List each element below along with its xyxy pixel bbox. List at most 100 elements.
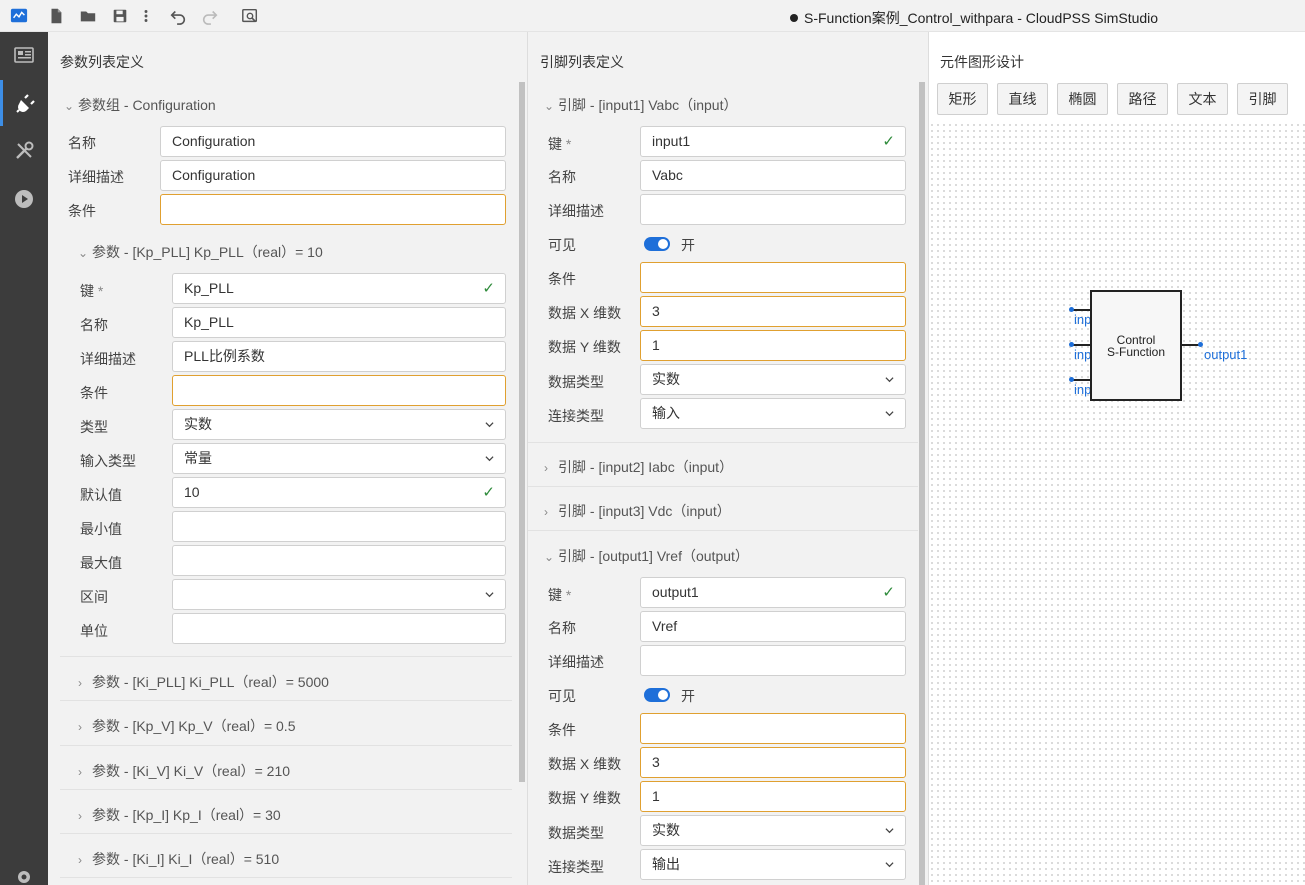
field-label: 连接类型 [548,408,604,424]
pin-header-input1[interactable]: ⌄ 引脚 - [input1] Vabc（input） [544,95,737,115]
chevron-down-icon [885,411,894,417]
group-name-input[interactable]: Configuration [160,126,506,157]
pin1-condition-input[interactable] [640,262,906,293]
pin-tool-button[interactable]: 引脚 [1237,83,1288,115]
check-icon: ✓ [482,484,495,501]
param-header-kp-v[interactable]: › 参数 - [Kp_V] Kp_V（real）= 0.5 [78,716,295,736]
field-label: 数据 Y 维数 [548,790,621,806]
pin1-description-input[interactable] [640,194,906,225]
s-function-block[interactable]: Control S-Function [1090,290,1182,401]
pin-header-label: 引脚 - [input3] Vdc（input） [558,503,731,519]
plug-icon[interactable] [0,80,48,126]
param-min-input[interactable] [172,511,506,542]
app-logo-icon[interactable] [9,6,29,26]
rect-tool-button[interactable]: 矩形 [937,83,988,115]
play-icon[interactable] [0,176,48,222]
tools-icon[interactable] [0,128,48,174]
output-pin-dot[interactable] [1198,342,1203,347]
param-key-input[interactable]: Kp_PLL ✓ [172,273,506,304]
chevron-down-icon: ⌄ [78,246,89,260]
param-header-ki-v[interactable]: › 参数 - [Ki_V] Ki_V（real）= 210 [78,761,290,781]
param-range-select[interactable] [172,579,506,610]
field-label: 数据 Y 维数 [548,339,621,355]
param-type-select[interactable]: 实数 [172,409,506,440]
param-condition-input[interactable] [172,375,506,406]
ellipse-tool-button[interactable]: 椭圆 [1057,83,1108,115]
pin4-data-type-select[interactable]: 实数 [640,815,906,846]
pin-header-input2[interactable]: › 引脚 - [input2] Iabc（input） [544,457,733,477]
line-tool-button[interactable]: 直线 [997,83,1048,115]
pin4-dim-x-input[interactable]: 3 [640,747,906,778]
param-header-ki-i[interactable]: › 参数 - [Ki_I] Ki_I（real）= 510 [78,849,279,869]
pin1-dim-x-input[interactable]: 3 [640,296,906,327]
param-default-input[interactable]: 10 ✓ [172,477,506,508]
field-label: 名称 [548,620,576,636]
pin-header-input3[interactable]: › 引脚 - [input3] Vdc（input） [544,501,731,521]
save-icon[interactable] [110,6,130,26]
input-value: PLL比例系数 [184,348,265,364]
field-label: 详细描述 [68,169,124,185]
undo-icon[interactable] [168,6,188,26]
pin-header-output1[interactable]: ⌄ 引脚 - [output1] Vref（output） [544,546,749,566]
dashboard-icon[interactable] [0,32,48,78]
chevron-right-icon: › [78,809,82,823]
pin4-dim-y-input[interactable]: 1 [640,781,906,812]
pin4-connection-type-select[interactable]: 输出 [640,849,906,880]
field-label: 名称 [68,135,96,151]
param-header-label: 参数 - [Ki_V] Ki_V（real）= 210 [92,763,291,779]
input-pin-label: inp [1074,347,1090,362]
field-label: 默认值 [80,487,122,503]
param-unit-input[interactable] [172,613,506,644]
param-name-input[interactable]: Kp_PLL [172,307,506,338]
gear-icon[interactable] [0,862,48,885]
pin-header-label: 引脚 - [output1] Vref（output） [558,548,749,564]
param-input-type-select[interactable]: 常量 [172,443,506,474]
more-vert-icon[interactable] [136,6,156,26]
input-pin-label: inp [1074,382,1090,397]
text-tool-button[interactable]: 文本 [1177,83,1228,115]
path-tool-button[interactable]: 路径 [1117,83,1168,115]
design-canvas[interactable]: Control S-Function inp inp inp output1 [929,122,1305,885]
input-pin-line [1072,379,1091,381]
pin1-connection-type-select[interactable]: 输入 [640,398,906,429]
divider [60,833,512,834]
param-max-input[interactable] [172,545,506,576]
pin1-name-input[interactable]: Vabc [640,160,906,191]
param-description-input[interactable]: PLL比例系数 [172,341,506,372]
redo-icon[interactable] [200,6,220,26]
param-header-ki-pll[interactable]: › 参数 - [Ki_PLL] Ki_PLL（real）= 5000 [78,672,329,692]
param-header-kp-i[interactable]: › 参数 - [Kp_I] Kp_I（real）= 30 [78,805,281,825]
pin1-visible-toggle[interactable] [644,237,670,251]
input-pin-line [1072,344,1091,346]
required-mark: * [565,136,572,152]
block-text-line2: S-Function [1106,345,1166,359]
pin4-condition-input[interactable] [640,713,906,744]
pin4-visible-toggle[interactable] [644,688,670,702]
required-mark: * [565,587,572,603]
pin1-data-type-select[interactable]: 实数 [640,364,906,395]
open-folder-icon[interactable] [78,6,98,26]
pin4-description-input[interactable] [640,645,906,676]
param-header-kp-pll[interactable]: ⌄ 参数 - [Kp_PLL] Kp_PLL（real）= 10 [78,242,323,262]
group-description-input[interactable]: Configuration [160,160,506,191]
new-file-icon[interactable] [46,6,66,26]
check-icon: ✓ [482,280,495,297]
pin4-name-input[interactable]: Vref [640,611,906,642]
chevron-down-icon [485,456,494,462]
field-label: 条件 [548,722,576,738]
params-scrollbar[interactable] [519,82,525,782]
field-label: 单位 [80,623,108,639]
group-condition-input[interactable] [160,194,506,225]
field-label: 名称 [548,169,576,185]
pin1-dim-y-input[interactable]: 1 [640,330,906,361]
chevron-down-icon: ⌄ [64,99,75,113]
input-value: 10 [184,484,200,500]
input-value: Kp_PLL [184,314,234,330]
group-header[interactable]: ⌄ 参数组 - Configuration [64,95,216,115]
chevron-right-icon: › [78,720,82,734]
pins-scrollbar[interactable] [919,82,925,885]
pin4-key-input[interactable]: output1 ✓ [640,577,906,608]
search-preview-icon[interactable] [240,6,260,26]
pin1-key-input[interactable]: input1 ✓ [640,126,906,157]
key-label: 键 [80,283,94,299]
